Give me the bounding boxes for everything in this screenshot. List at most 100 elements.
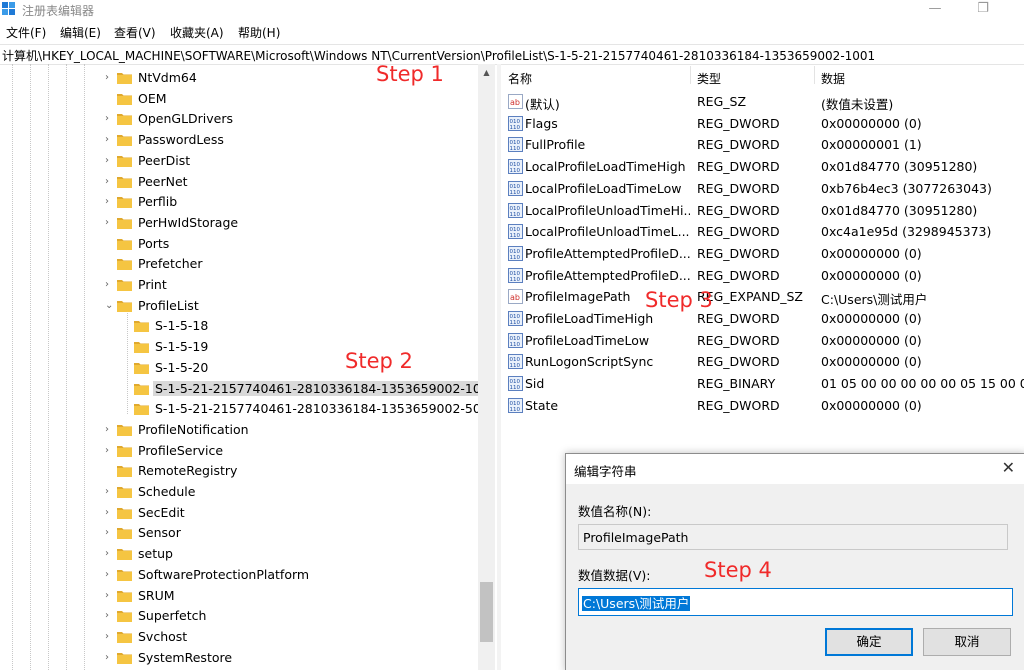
- tree-item[interactable]: › Sensor: [105, 523, 478, 543]
- menu-file[interactable]: 文件(F): [6, 24, 46, 41]
- scroll-thumb[interactable]: [480, 582, 493, 642]
- value-name-field[interactable]: [578, 524, 1008, 550]
- value-row[interactable]: 010 110 LocalProfileUnloadTimeHi... REG_DWO…: [502, 201, 1024, 222]
- menu-view[interactable]: 查看(V): [114, 24, 156, 41]
- maximize-button[interactable]: ❐: [963, 0, 1003, 20]
- address-bar[interactable]: 计算机\HKEY_LOCAL_MACHINE\SOFTWARE\Microsof…: [0, 44, 1024, 65]
- chevron-right-icon[interactable]: ›: [105, 72, 115, 84]
- tree-item[interactable]: Ports: [105, 234, 478, 254]
- value-row[interactable]: 010 110 State REG_DWORD 0x00000000 (0): [502, 396, 1024, 417]
- tree-item[interactable]: › SystemRestore: [105, 648, 478, 668]
- value-row[interactable]: 010 110 ProfileAttemptedProfileD... REG_DWO…: [502, 266, 1024, 287]
- chevron-right-icon[interactable]: ›: [105, 196, 115, 208]
- value-row[interactable]: 010 110 RunLogonScriptSync REG_DWORD 0x00000…: [502, 352, 1024, 373]
- folder-icon: [117, 526, 132, 540]
- tree-item[interactable]: S-1-5-19: [122, 337, 478, 357]
- value-row[interactable]: 010 110 ProfileLoadTimeLow REG_DWORD 0x00000…: [502, 331, 1024, 352]
- scroll-up-arrow-icon[interactable]: ▲: [478, 68, 495, 80]
- tree-item[interactable]: RemoteRegistry: [105, 461, 478, 481]
- value-row[interactable]: 010 110 LocalProfileUnloadTimeL... REG_DWOR…: [502, 222, 1024, 243]
- folder-icon: [117, 237, 132, 250]
- chevron-right-icon[interactable]: ›: [105, 279, 115, 291]
- tree-item[interactable]: S-1-5-21-2157740461-2810336184-135365900…: [122, 379, 478, 399]
- tree-item[interactable]: Prefetcher: [105, 254, 478, 274]
- chevron-right-icon[interactable]: ›: [105, 527, 115, 539]
- folder-icon: [117, 485, 132, 498]
- chevron-right-icon[interactable]: ›: [105, 610, 115, 622]
- tree-item[interactable]: › OpenGLDrivers: [105, 109, 478, 129]
- menu-favorites[interactable]: 收藏夹(A): [170, 24, 224, 41]
- tree-item[interactable]: › Schedule: [105, 482, 478, 502]
- tree-item[interactable]: ⌄ ProfileList: [105, 296, 478, 316]
- minimize-button[interactable]: —: [915, 0, 955, 20]
- tree-item[interactable]: › ProfileNotification: [105, 420, 478, 440]
- tree-scrollbar[interactable]: ▲: [478, 64, 495, 670]
- tree-item[interactable]: › PasswordLess: [105, 130, 478, 150]
- chevron-right-icon[interactable]: ›: [105, 424, 115, 436]
- string-value-icon: ab: [508, 289, 523, 305]
- value-row[interactable]: 010 110 LocalProfileLoadTimeHigh REG_DWORD 0…: [502, 157, 1024, 178]
- tree-item[interactable]: › Print: [105, 275, 478, 295]
- chevron-right-icon[interactable]: ›: [105, 548, 115, 560]
- tree-item[interactable]: S-1-5-20: [122, 358, 478, 378]
- tree-item-label: S-1-5-21-2157740461-2810336184-135365900…: [153, 380, 478, 396]
- value-row[interactable]: 010 110 LocalProfileLoadTimeLow REG_DWORD 0x…: [502, 179, 1024, 200]
- tree-item[interactable]: › Svchost: [105, 627, 478, 647]
- value-row[interactable]: 010 110 Sid REG_BINARY 01 05 00 00 00 00 00 …: [502, 374, 1024, 395]
- tree-item[interactable]: › SRUM: [105, 586, 478, 606]
- svg-text:110: 110: [510, 190, 521, 196]
- value-row[interactable]: 010 110 ProfileAttemptedProfileD... REG_DWO…: [502, 244, 1024, 265]
- column-type-header[interactable]: 类型: [697, 70, 721, 87]
- tree-item[interactable]: › ProfileService: [105, 441, 478, 461]
- chevron-right-icon[interactable]: ›: [105, 445, 115, 457]
- value-row[interactable]: 010 110 FullProfile REG_DWORD 0x00000001 (1): [502, 135, 1024, 156]
- column-separator[interactable]: [814, 66, 815, 84]
- tree-item[interactable]: › setup: [105, 544, 478, 564]
- chevron-right-icon[interactable]: ›: [105, 176, 115, 188]
- column-data-header[interactable]: 数据: [821, 70, 845, 87]
- tree-item[interactable]: OEM: [105, 89, 478, 109]
- pane-splitter[interactable]: [497, 64, 501, 670]
- column-name-header[interactable]: 名称: [508, 70, 532, 87]
- value-row[interactable]: ab (默认) REG_SZ (数值未设置): [502, 92, 1024, 113]
- chevron-right-icon[interactable]: ›: [105, 590, 115, 602]
- tree-item[interactable]: › Perflib: [105, 192, 478, 212]
- tree-item[interactable]: › PerHwIdStorage: [105, 213, 478, 233]
- ok-button[interactable]: 确定: [825, 628, 913, 656]
- tree-item[interactable]: › SoftwareProtectionPlatform: [105, 565, 478, 585]
- tree-item[interactable]: › PeerDist: [105, 151, 478, 171]
- chevron-right-icon[interactable]: ›: [105, 569, 115, 581]
- value-data-input[interactable]: C:\Users\测试用户: [578, 588, 1013, 616]
- menu-edit[interactable]: 编辑(E): [60, 24, 101, 41]
- chevron-right-icon[interactable]: ›: [105, 217, 115, 229]
- chevron-right-icon[interactable]: ›: [105, 134, 115, 146]
- tree-item[interactable]: › SecEdit: [105, 503, 478, 523]
- value-row[interactable]: 010 110 ProfileLoadTimeHigh REG_DWORD 0x0000…: [502, 309, 1024, 330]
- binary-value-icon: 010 110: [508, 159, 523, 175]
- value-data: 0xb76b4ec3 (3077263043): [821, 180, 992, 196]
- chevron-right-icon[interactable]: ›: [105, 113, 115, 125]
- tree-item-label: PerHwIdStorage: [138, 214, 239, 230]
- close-icon[interactable]: ✕: [1002, 458, 1015, 477]
- chevron-down-icon[interactable]: ⌄: [105, 300, 115, 312]
- column-separator[interactable]: [690, 66, 691, 84]
- chevron-right-icon[interactable]: ›: [105, 631, 115, 643]
- chevron-right-icon[interactable]: ›: [105, 486, 115, 498]
- tree-item[interactable]: S-1-5-21-2157740461-2810336184-135365900…: [122, 399, 478, 419]
- folder-icon: [117, 133, 132, 147]
- tree-item[interactable]: › PeerNet: [105, 172, 478, 192]
- chevron-right-icon[interactable]: ›: [105, 155, 115, 167]
- value-row[interactable]: 010 110 Flags REG_DWORD 0x00000000 (0): [502, 114, 1024, 135]
- cancel-button[interactable]: 取消: [923, 628, 1011, 656]
- menu-help[interactable]: 帮助(H): [238, 24, 280, 41]
- value-data: 0x00000000 (0): [821, 397, 922, 413]
- tree-item[interactable]: › Superfetch: [105, 606, 478, 626]
- value-name: State: [525, 397, 559, 413]
- tree-item[interactable]: S-1-5-18: [122, 316, 478, 336]
- chevron-right-icon[interactable]: ›: [105, 507, 115, 519]
- chevron-right-icon[interactable]: ›: [105, 652, 115, 664]
- svg-text:110: 110: [510, 385, 521, 391]
- value-row[interactable]: ab ProfileImagePath REG_EXPAND_SZ C:\Users\…: [502, 287, 1024, 308]
